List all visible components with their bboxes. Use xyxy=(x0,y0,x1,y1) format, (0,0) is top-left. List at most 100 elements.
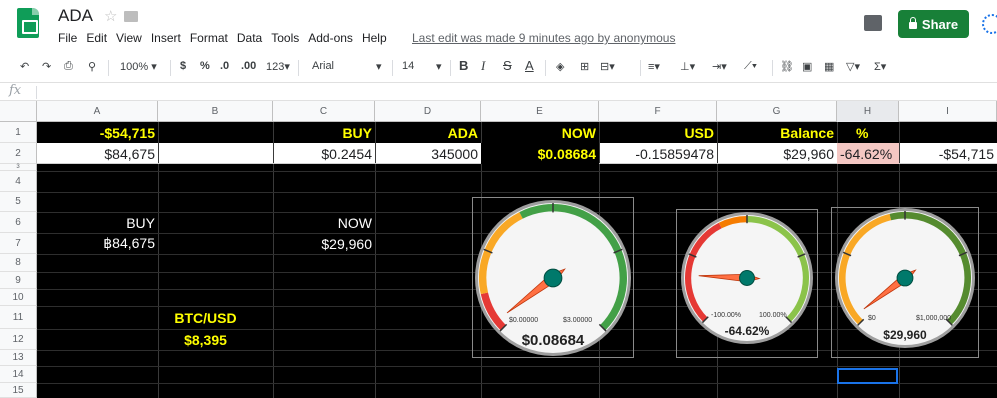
menu-addons[interactable]: Add-ons xyxy=(308,31,353,45)
row-header-12[interactable]: 12 xyxy=(0,329,37,350)
undo-icon[interactable]: ↶ xyxy=(20,60,29,73)
menu-edit[interactable]: Edit xyxy=(86,31,107,45)
row-header-10[interactable]: 10 xyxy=(0,289,37,306)
btc-usd-value[interactable]: $8,395 xyxy=(158,329,253,350)
account-icon[interactable] xyxy=(982,14,997,34)
column-header-e[interactable]: E xyxy=(481,101,599,122)
currency-format-button[interactable]: $ xyxy=(180,60,186,72)
cell-d1[interactable]: ADA xyxy=(375,122,478,143)
borders-icon[interactable]: ⊞ xyxy=(580,60,589,73)
cell-g1[interactable]: Balance xyxy=(717,122,834,143)
folder-icon[interactable] xyxy=(124,11,138,22)
menu-insert[interactable]: Insert xyxy=(151,31,181,45)
redo-icon[interactable]: ↷ xyxy=(42,60,51,73)
row-header-5[interactable]: 5 xyxy=(0,192,37,212)
vertical-align-icon[interactable]: ⊥▾ xyxy=(680,60,695,73)
insert-comment-icon[interactable]: ▣ xyxy=(802,60,812,73)
bold-button[interactable]: B xyxy=(459,58,468,73)
insert-link-icon[interactable]: ⛓ xyxy=(780,60,794,73)
horizontal-align-icon[interactable]: ≡▾ xyxy=(648,60,660,73)
cell-a2[interactable]: $84,675 xyxy=(37,143,155,164)
percent-gauge[interactable]: -100.00% 100.00% -64.62% xyxy=(676,209,818,358)
row-header-9[interactable]: 9 xyxy=(0,272,37,289)
merge-cells-icon[interactable]: ⊟▾ xyxy=(600,60,615,73)
column-header-c[interactable]: C xyxy=(273,101,375,122)
filter-icon[interactable]: ▽▾ xyxy=(846,60,860,73)
cell-e2[interactable]: $0.08684 xyxy=(481,143,599,164)
cell-c2[interactable]: $0.2454 xyxy=(273,143,372,164)
star-icon[interactable]: ☆ xyxy=(104,7,117,25)
cell-d2[interactable]: 345000 xyxy=(375,143,478,164)
strikethrough-button[interactable]: S xyxy=(503,58,512,73)
cell-a1[interactable]: -$54,715 xyxy=(37,122,155,143)
cell-h1[interactable]: % xyxy=(856,122,896,143)
column-header-f[interactable]: F xyxy=(599,101,717,122)
fill-color-icon[interactable]: ◈ xyxy=(556,60,564,73)
increase-decimal-button[interactable]: .00 xyxy=(241,60,256,72)
share-button[interactable]: Share xyxy=(898,10,969,38)
text-color-button[interactable]: A xyxy=(525,58,534,73)
italic-button[interactable]: I xyxy=(481,58,485,74)
menu-view[interactable]: View xyxy=(116,31,142,45)
functions-icon[interactable]: Σ▾ xyxy=(874,60,886,73)
selected-cell-h14[interactable] xyxy=(837,368,898,384)
row-header-14[interactable]: 14 xyxy=(0,366,37,383)
sheets-logo-icon[interactable] xyxy=(17,8,39,38)
now-label[interactable]: NOW xyxy=(273,212,372,233)
menu-tools[interactable]: Tools xyxy=(271,31,299,45)
column-header-g[interactable]: G xyxy=(717,101,837,122)
cell-c1[interactable]: BUY xyxy=(273,122,372,143)
zoom-select[interactable]: 100% ▾ xyxy=(120,60,157,73)
row-header-6[interactable]: 6 xyxy=(0,212,37,233)
print-icon[interactable]: ⎙ xyxy=(64,60,73,73)
menu-format[interactable]: Format xyxy=(190,31,228,45)
more-formats-select[interactable]: 123▾ xyxy=(266,60,290,73)
row-header-8[interactable]: 8 xyxy=(0,254,37,272)
decrease-decimal-button[interactable]: .0 xyxy=(220,60,229,72)
comment-icon[interactable] xyxy=(864,15,882,31)
cell-f1[interactable]: USD xyxy=(599,122,714,143)
font-select-arrow-icon[interactable]: ▾ xyxy=(376,60,382,73)
row-header-7[interactable]: 7 xyxy=(0,233,37,254)
cell-i2[interactable]: -$54,715 xyxy=(899,143,994,164)
column-header-b[interactable]: B xyxy=(158,101,273,122)
text-rotate-icon[interactable]: ⟋▾ xyxy=(744,60,757,73)
menu-help[interactable]: Help xyxy=(362,31,387,45)
row-header-13[interactable]: 13 xyxy=(0,350,37,366)
buy-label[interactable]: BUY xyxy=(37,212,155,233)
column-header-a[interactable]: A xyxy=(37,101,158,122)
column-header-h[interactable]: H xyxy=(837,101,899,122)
price-gauge[interactable]: $0.00000 $3.00000 $0.08684 xyxy=(472,197,634,358)
formula-bar[interactable]: fx xyxy=(0,82,997,101)
menu-data[interactable]: Data xyxy=(237,31,262,45)
text-wrap-icon[interactable]: ⇥▾ xyxy=(712,60,727,73)
now-value[interactable]: $29,960 xyxy=(273,233,372,254)
buy-value[interactable]: ฿84,675 xyxy=(37,233,155,254)
percent-format-button[interactable]: % xyxy=(200,60,210,72)
menu-file[interactable]: File xyxy=(58,31,77,45)
document-title[interactable]: ADA xyxy=(58,6,93,26)
row-header-2[interactable]: 2 xyxy=(0,143,37,164)
column-header-i[interactable]: I xyxy=(899,101,997,122)
row-header-11[interactable]: 11 xyxy=(0,306,37,329)
font-select[interactable]: Arial xyxy=(312,60,334,72)
last-edit-link[interactable]: Last edit was made 9 minutes ago by anon… xyxy=(412,31,675,45)
balance-gauge-min-label: $0 xyxy=(868,315,876,322)
insert-chart-icon[interactable]: ▦ xyxy=(824,60,834,73)
balance-gauge[interactable]: $0 $1,000,000 $29,960 xyxy=(831,207,979,358)
font-size-arrow-icon[interactable]: ▾ xyxy=(436,60,442,73)
row-header-4[interactable]: 4 xyxy=(0,171,37,192)
row-header-3[interactable]: 3 xyxy=(0,164,37,171)
row-header-1[interactable]: 1 xyxy=(0,122,37,143)
font-size-select[interactable]: 14 xyxy=(402,60,414,72)
cell-g2[interactable]: $29,960 xyxy=(717,143,834,164)
percent-gauge-min-label: -100.00% xyxy=(711,312,741,319)
row-header-15[interactable]: 15 xyxy=(0,383,37,398)
column-header-d[interactable]: D xyxy=(375,101,481,122)
select-all-corner[interactable] xyxy=(0,101,37,122)
cell-e1[interactable]: NOW xyxy=(481,122,596,143)
cell-h2[interactable]: -64.62% xyxy=(837,143,899,164)
paint-format-icon[interactable]: ⚲ xyxy=(88,60,96,73)
cell-f2[interactable]: -0.15859478 xyxy=(599,143,714,164)
btc-usd-label[interactable]: BTC/USD xyxy=(158,306,253,329)
